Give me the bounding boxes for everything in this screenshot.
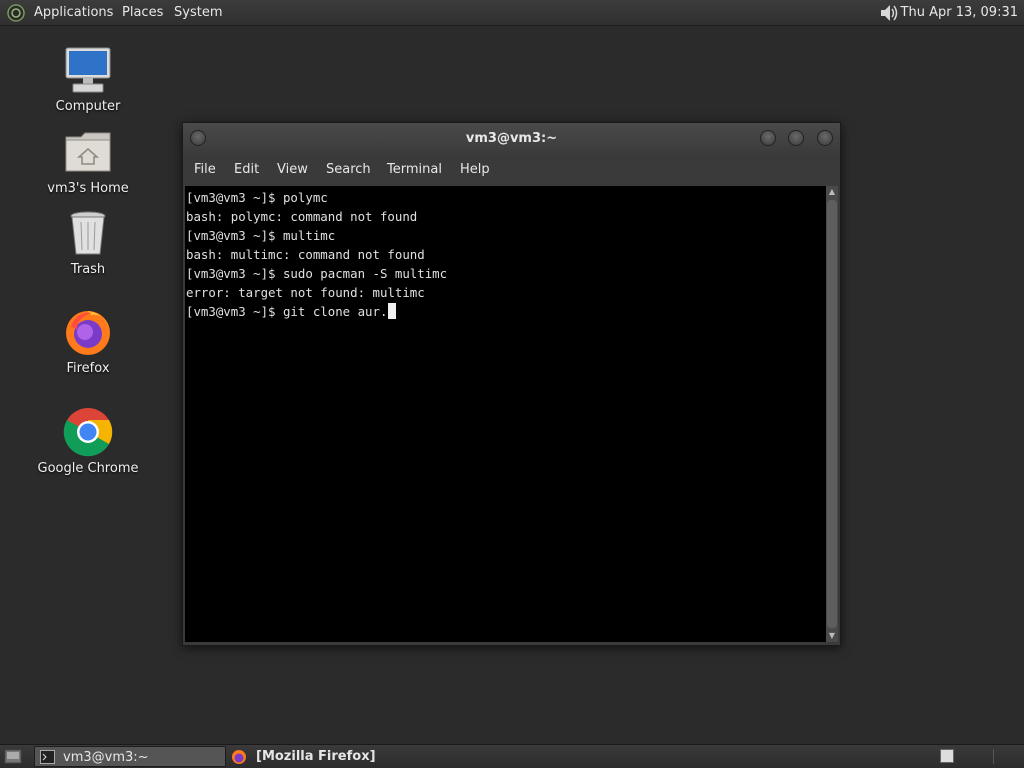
- home-folder-icon: [65, 132, 111, 172]
- menu-file[interactable]: File: [194, 154, 216, 186]
- menu-terminal[interactable]: Terminal: [387, 154, 442, 186]
- chrome-icon: [63, 408, 113, 457]
- distro-logo-icon[interactable]: [7, 4, 25, 22]
- terminal-line: [vm3@vm3 ~]$ polymc: [186, 190, 328, 205]
- terminal-window[interactable]: vm3@vm3:~ File Edit View Search Terminal…: [182, 122, 841, 646]
- desktop-icon-computer[interactable]: Computer: [33, 45, 143, 114]
- firefox-icon: [232, 750, 246, 764]
- workspace-switcher[interactable]: [940, 749, 954, 763]
- firefox-icon: [66, 311, 110, 355]
- scroll-down-arrow-icon[interactable]: ▼: [826, 630, 838, 642]
- trash-icon: [70, 211, 106, 255]
- scrollbar-thumb[interactable]: [827, 200, 837, 628]
- minimize-button[interactable]: [760, 130, 776, 146]
- taskbar-item-terminal[interactable]: vm3@vm3:~: [34, 746, 226, 767]
- desktop-icon-label: vm3's Home: [47, 181, 129, 196]
- taskbar-item-firefox[interactable]: [Mozilla Firefox]: [228, 746, 428, 767]
- terminal-line: bash: multimc: command not found: [186, 247, 425, 262]
- top-panel: Applications Places System Thu Apr 13, 0…: [0, 0, 1024, 26]
- desktop-icon-label: Firefox: [66, 361, 110, 376]
- maximize-button[interactable]: [788, 130, 804, 146]
- menu-search[interactable]: Search: [326, 154, 371, 186]
- terminal-line: [vm3@vm3 ~]$ sudo pacman -S multimc: [186, 266, 448, 281]
- title-bar[interactable]: vm3@vm3:~: [183, 123, 840, 154]
- desktop-icon-trash[interactable]: Trash: [33, 208, 143, 277]
- clock[interactable]: Thu Apr 13, 09:31: [901, 0, 1018, 26]
- desktop-icon-firefox[interactable]: Firefox: [33, 307, 143, 376]
- desktop-icon-label: Trash: [70, 262, 106, 277]
- desktop-icon-label: Google Chrome: [37, 461, 139, 476]
- terminal-line: error: target not found: multimc: [186, 285, 425, 300]
- taskbar-item-label: vm3@vm3:~: [63, 750, 149, 765]
- terminal-line: bash: polymc: command not found: [186, 209, 418, 224]
- places-menu[interactable]: Places: [122, 0, 163, 26]
- show-desktop-icon[interactable]: [4, 749, 22, 764]
- desktop-icon-home[interactable]: vm3's Home: [33, 127, 143, 196]
- terminal-output[interactable]: [vm3@vm3 ~]$ polymc bash: polymc: comman…: [185, 186, 826, 642]
- menu-bar: File Edit View Search Terminal Help: [183, 154, 840, 186]
- text-cursor: [388, 303, 397, 319]
- scrollbar[interactable]: ▲ ▼: [826, 186, 838, 642]
- desktop-icon-label: Computer: [55, 99, 121, 114]
- volume-icon[interactable]: [878, 3, 900, 23]
- terminal-icon: [40, 750, 55, 764]
- bottom-panel: vm3@vm3:~ [Mozilla Firefox]: [0, 744, 1024, 768]
- menu-edit[interactable]: Edit: [234, 154, 259, 186]
- system-menu[interactable]: System: [174, 0, 222, 26]
- window-title: vm3@vm3:~: [465, 131, 558, 146]
- close-button[interactable]: [817, 130, 833, 146]
- taskbar-item-label: [Mozilla Firefox]: [256, 749, 376, 764]
- workspace-2[interactable]: [993, 749, 1021, 764]
- terminal-line: [vm3@vm3 ~]$ multimc: [186, 228, 336, 243]
- terminal-input-text: [vm3@vm3 ~]$ git clone aur.: [186, 304, 388, 319]
- computer-icon: [65, 47, 111, 93]
- menu-view[interactable]: View: [277, 154, 308, 186]
- applications-menu[interactable]: Applications: [34, 0, 113, 26]
- menu-help[interactable]: Help: [460, 154, 490, 186]
- terminal-prompt-line[interactable]: [vm3@vm3 ~]$ git clone aur.: [186, 302, 397, 321]
- desktop-icon-chrome[interactable]: Google Chrome: [33, 407, 143, 476]
- scroll-up-arrow-icon[interactable]: ▲: [826, 186, 838, 198]
